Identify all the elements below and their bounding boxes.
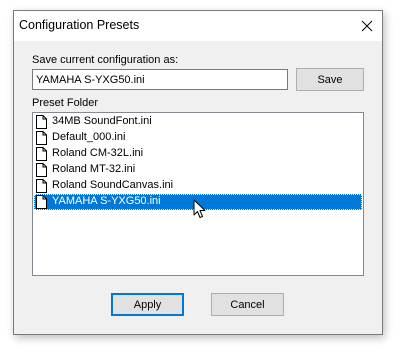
file-icon (36, 195, 47, 209)
preset-name-input[interactable] (32, 69, 288, 90)
file-icon (36, 163, 47, 177)
window-title: Configuration Presets (19, 18, 140, 32)
file-icon (36, 131, 47, 145)
apply-button[interactable]: Apply (111, 293, 184, 316)
close-button[interactable] (356, 15, 378, 37)
list-item[interactable]: Roland MT-32.ini (34, 162, 362, 178)
list-item[interactable]: 34MB SoundFont.ini (34, 114, 362, 130)
mouse-pointer-icon (193, 199, 206, 218)
configuration-presets-dialog: Configuration Presets Save current confi… (13, 10, 383, 335)
save-as-label: Save current configuration as: (32, 54, 179, 66)
close-icon (361, 20, 373, 32)
list-item-label: Roland CM-32L.ini (52, 147, 144, 159)
list-item[interactable]: Default_000.ini (34, 130, 362, 146)
title-bar: Configuration Presets (14, 11, 382, 41)
save-button[interactable]: Save (296, 68, 364, 91)
list-item-label: YAMAHA S-YXG50.ini (52, 195, 161, 207)
file-icon (36, 115, 47, 129)
file-icon (36, 147, 47, 161)
cancel-button[interactable]: Cancel (211, 293, 284, 316)
file-icon (36, 179, 47, 193)
list-item[interactable]: Roland CM-32L.ini (34, 146, 362, 162)
list-item-label: Default_000.ini (52, 131, 126, 143)
list-item-label: 34MB SoundFont.ini (52, 115, 152, 127)
list-item-label: Roland SoundCanvas.ini (52, 179, 174, 191)
list-item[interactable]: Roland SoundCanvas.ini (34, 178, 362, 194)
preset-list[interactable]: 34MB SoundFont.ini Default_000.ini Rolan… (32, 112, 364, 276)
list-item-label: Roland MT-32.ini (52, 163, 136, 175)
preset-folder-label: Preset Folder (32, 97, 99, 109)
